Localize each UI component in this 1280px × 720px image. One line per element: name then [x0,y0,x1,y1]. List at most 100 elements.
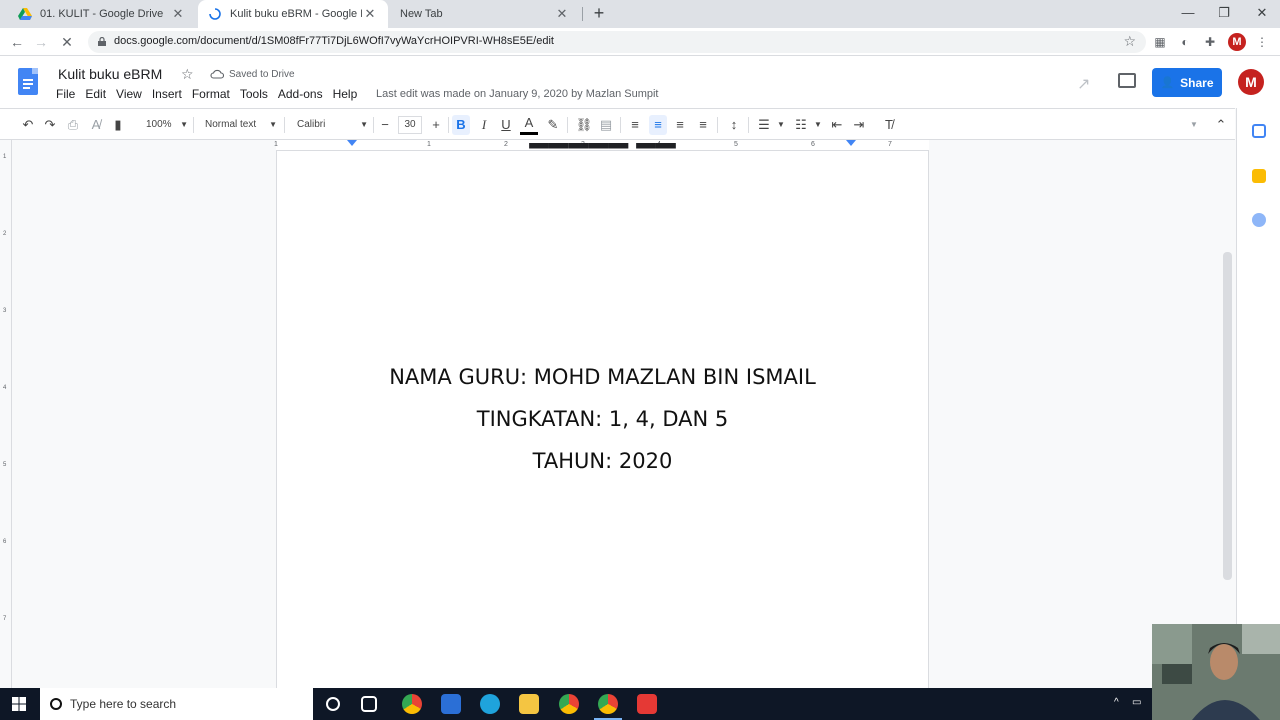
tray-chevron-up-icon[interactable]: ^ [1114,697,1119,708]
puzzle-extensions-icon[interactable]: ✚ [1201,33,1219,51]
microsoft-store-icon[interactable] [441,694,461,714]
clear-formatting-icon[interactable]: T̸ [880,115,898,135]
tab-google-drive[interactable]: 01. KULIT - Google Drive ✕ [8,0,196,28]
toolbar-divider [284,117,285,133]
tab-divider [582,7,583,21]
line-spacing-icon[interactable]: ↕ [724,115,744,135]
share-button[interactable]: 👤 Share [1152,68,1222,97]
tab-google-docs[interactable]: Kulit buku eBRM - Google Docs ✕ [198,0,388,28]
font-size-input[interactable]: 30 [398,116,422,134]
align-left-icon[interactable]: ≡ [626,115,644,135]
webcam-overlay [1152,624,1280,720]
bookmark-star-icon[interactable]: ☆ [1123,33,1136,50]
cloud-saved-icon[interactable] [210,69,224,79]
menu-add-ons[interactable]: Add-ons [278,87,323,101]
spellcheck-icon[interactable]: A̸ [86,115,106,135]
tray-device-icon[interactable]: ▭ [1132,697,1141,708]
chrome-icon[interactable] [402,694,422,714]
paint-format-icon[interactable]: ▮ [108,115,128,135]
add-comment-icon[interactable]: ▤ [597,115,615,135]
italic-icon[interactable]: I [475,115,493,135]
loading-spinner-icon [208,7,222,21]
screen-recorder-icon[interactable] [637,694,657,714]
stop-loading-icon[interactable]: ✕ [56,32,78,52]
chevron-down-icon[interactable]: ▼ [812,115,824,135]
google-docs-logo-icon[interactable] [18,68,38,95]
close-tab-icon[interactable]: ✕ [170,6,186,22]
share-label: Share [1180,75,1214,90]
taskbar-search-box[interactable]: Type here to search [40,688,313,720]
font-value: Calibri [297,119,326,130]
file-explorer-icon[interactable] [519,694,539,714]
text-color-icon[interactable]: A [520,115,538,135]
align-right-icon[interactable]: ≡ [671,115,689,135]
font-select[interactable]: Calibri ▼ [297,115,368,135]
chrome-profile-icon[interactable] [559,694,579,714]
menu-format[interactable]: Format [192,87,230,101]
undo-icon[interactable]: ↶ [18,115,38,135]
redo-icon[interactable]: ↷ [40,115,60,135]
edge-icon[interactable] [480,694,500,714]
decrease-font-size-icon[interactable]: − [377,115,393,135]
apps-grid-icon[interactable]: ▦ [1151,33,1169,51]
lock-icon [98,37,106,46]
doc-line-teacher[interactable]: NAMA GURU: MOHD MAZLAN BIN ISMAIL [277,365,928,389]
forward-icon[interactable]: → [30,32,52,52]
chevron-down-icon[interactable]: ▼ [1186,115,1202,135]
increase-indent-icon[interactable]: ⇥ [850,115,868,135]
insert-link-icon[interactable]: ⛓ [574,115,594,135]
highlight-color-icon[interactable]: ✎ [544,115,562,135]
align-center-icon[interactable]: ≡ [649,115,667,135]
restore-icon[interactable]: ❐ [1206,0,1242,28]
menu-tools[interactable]: Tools [240,87,268,101]
docs-header: Kulit buku eBRM ☆ Saved to Drive File Ed… [0,56,1280,108]
comments-icon[interactable] [1118,73,1136,88]
bulleted-list-icon[interactable]: ☷ [792,115,810,135]
back-icon[interactable]: ← [6,32,28,52]
justify-icon[interactable]: ≡ [694,115,712,135]
last-edit-link[interactable]: Last edit was made on January 9, 2020 by… [376,88,659,100]
close-tab-icon[interactable]: ✕ [362,6,378,22]
toolbar-divider [373,117,374,133]
doc-line-level[interactable]: TINGKATAN: 1, 4, DAN 5 [277,407,928,431]
menu-edit[interactable]: Edit [85,87,106,101]
browser-profile-avatar[interactable]: M [1228,33,1246,51]
menu-file[interactable]: File [56,87,75,101]
chrome-active-icon[interactable] [594,694,622,720]
numbered-list-icon[interactable]: ☰ [755,115,773,135]
browser-menu-icon[interactable]: ⋮ [1253,33,1271,51]
ruler-number: 3 [3,308,7,314]
collapse-toolbar-icon[interactable]: ⌃ [1212,115,1230,135]
star-icon[interactable]: ☆ [181,66,194,83]
menu-view[interactable]: View [116,87,142,101]
print-icon[interactable]: ⎙ [63,115,83,135]
cortana-icon[interactable] [326,697,340,711]
new-tab-button[interactable]: + [588,2,610,24]
paragraph-style-select[interactable]: Normal text ▼ [205,115,277,135]
windows-start-icon[interactable] [12,697,26,711]
extension-icon[interactable]: ◐ [1176,33,1194,51]
underline-icon[interactable]: U [497,115,515,135]
activity-trend-icon[interactable]: ↗ [1077,74,1090,94]
document-title[interactable]: Kulit buku eBRM [58,66,162,82]
close-tab-icon[interactable]: ✕ [554,6,570,22]
menu-insert[interactable]: Insert [152,87,182,101]
calendar-icon[interactable] [1252,124,1266,138]
bold-icon[interactable]: B [452,115,470,135]
vertical-scrollbar[interactable] [1223,252,1232,580]
tab-new-tab[interactable]: New Tab ✕ [390,0,580,28]
minimize-icon[interactable]: — [1170,0,1206,28]
chevron-down-icon[interactable]: ▼ [775,115,787,135]
increase-font-size-icon[interactable]: + [428,115,444,135]
keep-icon[interactable] [1252,169,1266,183]
omnibox[interactable]: docs.google.com/document/d/1SM08fFr77Ti7… [88,31,1146,53]
zoom-select[interactable]: 100% ▼ [146,115,188,135]
decrease-indent-icon[interactable]: ⇤ [828,115,846,135]
menu-help[interactable]: Help [333,87,358,101]
close-window-icon[interactable]: ✕ [1244,0,1280,28]
document-page[interactable]: ▀▀▀▀▀ ▀▀ NAMA GURU: MOHD MAZLAN BIN ISMA… [276,143,929,688]
doc-line-year[interactable]: TAHUN: 2020 [277,449,928,473]
task-view-icon[interactable] [361,696,377,712]
tasks-icon[interactable] [1252,213,1266,227]
account-avatar[interactable]: M [1238,69,1264,95]
